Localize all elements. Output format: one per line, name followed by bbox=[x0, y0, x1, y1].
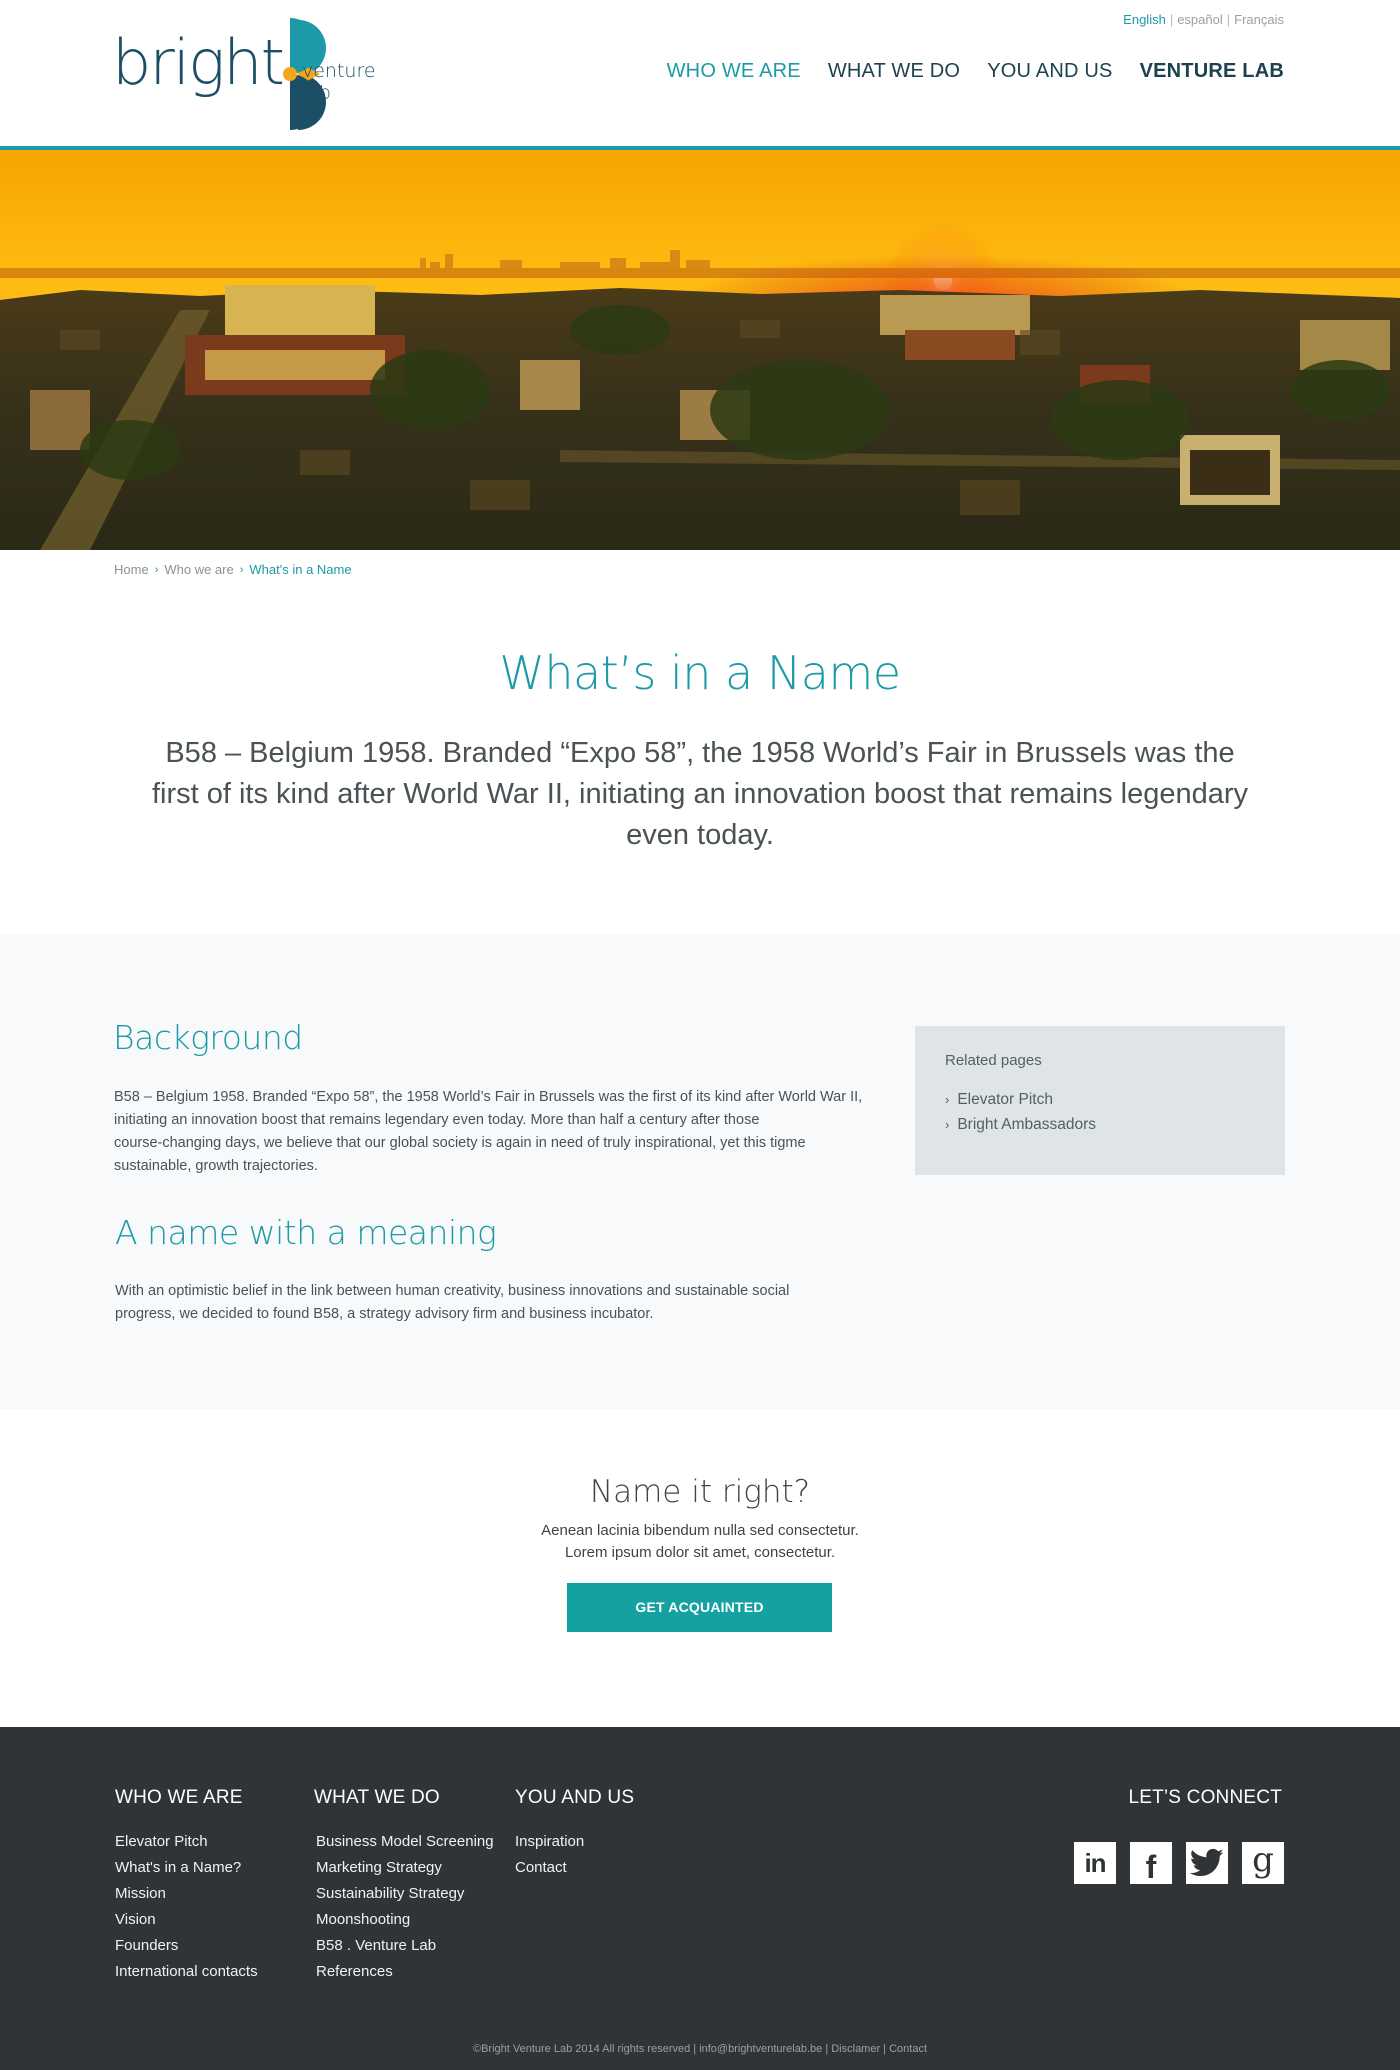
footer-column-you-and-us: YOU AND US Inspiration Contact bbox=[515, 1787, 634, 1881]
related-pages-title: Related pages bbox=[945, 1052, 1042, 1069]
lang-francais[interactable]: Français bbox=[1234, 12, 1284, 27]
footer-column-who-we-are: WHO WE ARE Elevator Pitch What's in a Na… bbox=[115, 1787, 258, 1985]
footer-link[interactable]: Marketing Strategy bbox=[314, 1855, 494, 1881]
footer-column-title: WHAT WE DO bbox=[314, 1787, 440, 1808]
text-line: sustainable, growth trajectories. bbox=[114, 1158, 318, 1174]
site-header: English | español | Français bright venture … bbox=[0, 0, 1400, 150]
footer-link[interactable]: Elevator Pitch bbox=[115, 1829, 258, 1855]
chevron-right-icon: › bbox=[945, 1117, 950, 1132]
logo-subtitle: venture lab bbox=[302, 60, 376, 104]
google-plus-icon[interactable]: g bbox=[1242, 1840, 1284, 1884]
main-nav: WHO WE ARE WHAT WE DO YOU AND US VENTURE… bbox=[667, 60, 1284, 83]
footer-link[interactable]: Contact bbox=[515, 1855, 634, 1881]
breadcrumb-home[interactable]: Home bbox=[114, 562, 149, 577]
text-line: course-changing days, we believe that ou… bbox=[114, 1135, 806, 1151]
footer-link[interactable]: Mission bbox=[115, 1881, 258, 1907]
chevron-right-icon: › bbox=[239, 563, 244, 576]
text-line: B58 – Belgium 1958. Branded “Expo 58”, t… bbox=[114, 1089, 863, 1105]
twitter-bird-icon bbox=[1190, 1848, 1224, 1877]
lets-connect-title: LET’S CONNECT bbox=[1128, 1787, 1282, 1808]
text-line: progress, we decided to found B58, a str… bbox=[115, 1306, 654, 1322]
footer-link[interactable]: International contacts bbox=[115, 1959, 258, 1985]
related-link-bright-ambassadors[interactable]: › Bright Ambassadors bbox=[945, 1112, 1255, 1137]
breadcrumb: Home › Who we are › What's in a Name bbox=[114, 562, 352, 577]
lang-english[interactable]: English bbox=[1123, 12, 1166, 27]
footer-link[interactable]: Founders bbox=[115, 1933, 258, 1959]
site-logo[interactable]: bright venture lab bbox=[112, 18, 402, 130]
related-link-label: Elevator Pitch bbox=[957, 1091, 1053, 1108]
language-switcher: English | español | Français bbox=[1123, 12, 1284, 27]
breadcrumb-current: What's in a Name bbox=[249, 562, 352, 577]
footer-link[interactable]: Vision bbox=[115, 1907, 258, 1933]
footer-link[interactable]: What's in a Name? bbox=[115, 1855, 258, 1881]
chevron-right-icon: › bbox=[154, 563, 159, 576]
footer-link[interactable]: B58 . Venture Lab bbox=[314, 1933, 494, 1959]
linkedin-icon[interactable]: in bbox=[1074, 1842, 1116, 1884]
sunset-cityscape-illustration bbox=[0, 150, 1400, 550]
lang-espanol[interactable]: español bbox=[1177, 12, 1223, 27]
footer-link[interactable]: References bbox=[314, 1959, 494, 1985]
meaning-text: With an optimistic belief in the link be… bbox=[115, 1280, 885, 1326]
logo-wordmark: bright bbox=[112, 26, 285, 99]
text-line: initiating an innovation boost that rema… bbox=[114, 1112, 760, 1128]
copyright-text: ©Bright Venture Lab 2014 All rights rese… bbox=[472, 2043, 928, 2055]
footer-column-what-we-do: WHAT WE DO Business Model Screening Mark… bbox=[314, 1787, 494, 1985]
content-section: Background B58 – Belgium 1958. Branded “… bbox=[0, 934, 1400, 1409]
related-pages-box: Related pages › Elevator Pitch › Bright … bbox=[915, 1026, 1285, 1175]
background-heading: Background bbox=[113, 1018, 303, 1057]
facebook-icon[interactable]: f bbox=[1130, 1842, 1172, 1885]
chevron-right-icon: › bbox=[945, 1092, 950, 1107]
cta-text-line-2: Lorem ipsum dolor sit amet, consectetur. bbox=[564, 1544, 836, 1561]
cta-text-line-1: Aenean lacinia bibendum nulla sed consec… bbox=[541, 1522, 859, 1539]
related-link-label: Bright Ambassadors bbox=[957, 1116, 1097, 1133]
nav-who-we-are[interactable]: WHO WE ARE bbox=[667, 60, 801, 83]
facebook-glyph: f bbox=[1145, 1848, 1157, 1885]
footer-link[interactable]: Sustainability Strategy bbox=[314, 1881, 494, 1907]
text-line: With an optimistic belief in the link be… bbox=[115, 1283, 790, 1299]
breadcrumb-who-we-are[interactable]: Who we are bbox=[164, 562, 233, 577]
footer-link[interactable]: Inspiration bbox=[515, 1829, 634, 1855]
cta-title: Name it right? bbox=[589, 1474, 811, 1510]
footer-link[interactable]: Moonshooting bbox=[314, 1907, 494, 1933]
nav-what-we-do[interactable]: WHAT WE DO bbox=[828, 60, 960, 83]
twitter-icon[interactable] bbox=[1186, 1842, 1228, 1884]
meaning-heading: A name with a meaning bbox=[115, 1213, 497, 1252]
nav-you-and-us[interactable]: YOU AND US bbox=[987, 60, 1112, 83]
linkedin-glyph: in bbox=[1084, 1847, 1106, 1878]
footer-column-title: YOU AND US bbox=[515, 1787, 635, 1808]
social-links: in f g bbox=[1074, 1840, 1284, 1885]
background-text: B58 – Belgium 1958. Branded “Expo 58”, t… bbox=[114, 1086, 884, 1178]
get-acquainted-button[interactable]: GET ACQUAINTED bbox=[567, 1583, 832, 1632]
hero-banner-image bbox=[0, 150, 1400, 550]
page-title: What’s in a Name bbox=[499, 646, 901, 700]
site-footer: WHO WE ARE Elevator Pitch What's in a Na… bbox=[0, 1727, 1400, 2070]
intro-lead-text: B58 – Belgium 1958. Branded “Expo 58”, t… bbox=[151, 737, 1249, 851]
related-link-elevator-pitch[interactable]: › Elevator Pitch bbox=[945, 1087, 1255, 1112]
footer-link[interactable]: Business Model Screening bbox=[314, 1829, 494, 1855]
footer-column-title: WHO WE ARE bbox=[115, 1787, 243, 1808]
google-glyph: g bbox=[1252, 1840, 1274, 1880]
nav-venture-lab[interactable]: VENTURE LAB bbox=[1140, 60, 1284, 83]
